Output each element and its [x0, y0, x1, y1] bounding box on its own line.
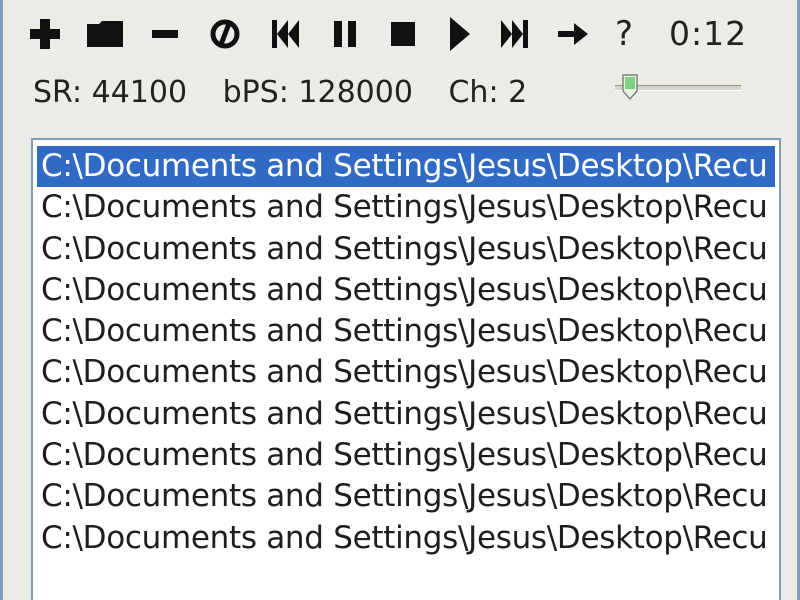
next-track-icon: [501, 20, 528, 48]
arrow-right-button[interactable]: [553, 14, 593, 54]
playlist-items: C:\Documents and Settings\Jesus\Desktop\…: [37, 146, 775, 559]
stop-icon: [391, 22, 415, 46]
previous-track-button[interactable]: [265, 14, 305, 54]
pause-button[interactable]: [325, 14, 365, 54]
stream-info: SR: 44100 bPS: 128000 Ch: 2: [33, 70, 553, 116]
playlist-item[interactable]: C:\Documents and Settings\Jesus\Desktop\…: [37, 518, 775, 559]
stop-button[interactable]: [383, 14, 423, 54]
sample-rate: SR: 44100: [33, 75, 188, 110]
playlist[interactable]: C:\Documents and Settings\Jesus\Desktop\…: [31, 138, 781, 600]
player-window: ? 0:12 SR: 44100 bPS: 128000 Ch: 2 C:\Do…: [0, 0, 800, 600]
next-track-button[interactable]: [495, 14, 535, 54]
playlist-item[interactable]: C:\Documents and Settings\Jesus\Desktop\…: [37, 229, 775, 270]
play-button[interactable]: [439, 14, 479, 54]
channels: Ch: 2: [448, 75, 528, 110]
play-icon: [450, 17, 470, 51]
volume-slider[interactable]: [615, 74, 741, 104]
volume-slider-thumb[interactable]: [621, 74, 639, 100]
playlist-item[interactable]: C:\Documents and Settings\Jesus\Desktop\…: [37, 435, 775, 476]
add-icon: [30, 19, 60, 49]
pause-icon: [334, 21, 356, 47]
open-folder-icon: [87, 21, 123, 47]
arrow-right-icon: [558, 23, 588, 45]
playlist-item[interactable]: C:\Documents and Settings\Jesus\Desktop\…: [37, 394, 775, 435]
toolbar: ? 0:12: [25, 8, 785, 58]
playlist-item[interactable]: C:\Documents and Settings\Jesus\Desktop\…: [37, 187, 775, 228]
playlist-item[interactable]: C:\Documents and Settings\Jesus\Desktop\…: [37, 311, 775, 352]
remove-icon: [152, 30, 178, 38]
add-button[interactable]: [25, 14, 65, 54]
elapsed-time: 0:12: [669, 14, 748, 53]
playlist-item[interactable]: C:\Documents and Settings\Jesus\Desktop\…: [37, 476, 775, 517]
bitrate: bPS: 128000: [222, 75, 413, 110]
playlist-item[interactable]: C:\Documents and Settings\Jesus\Desktop\…: [37, 352, 775, 393]
playlist-item[interactable]: C:\Documents and Settings\Jesus\Desktop\…: [37, 270, 775, 311]
help-label: ?: [615, 14, 634, 54]
remove-button[interactable]: [145, 14, 185, 54]
no-entry-button[interactable]: [205, 14, 245, 54]
previous-track-icon: [272, 20, 299, 48]
playlist-item[interactable]: C:\Documents and Settings\Jesus\Desktop\…: [37, 146, 775, 188]
no-entry-icon: [210, 19, 240, 49]
open-folder-button[interactable]: [85, 14, 125, 54]
help-button[interactable]: ?: [615, 14, 633, 54]
